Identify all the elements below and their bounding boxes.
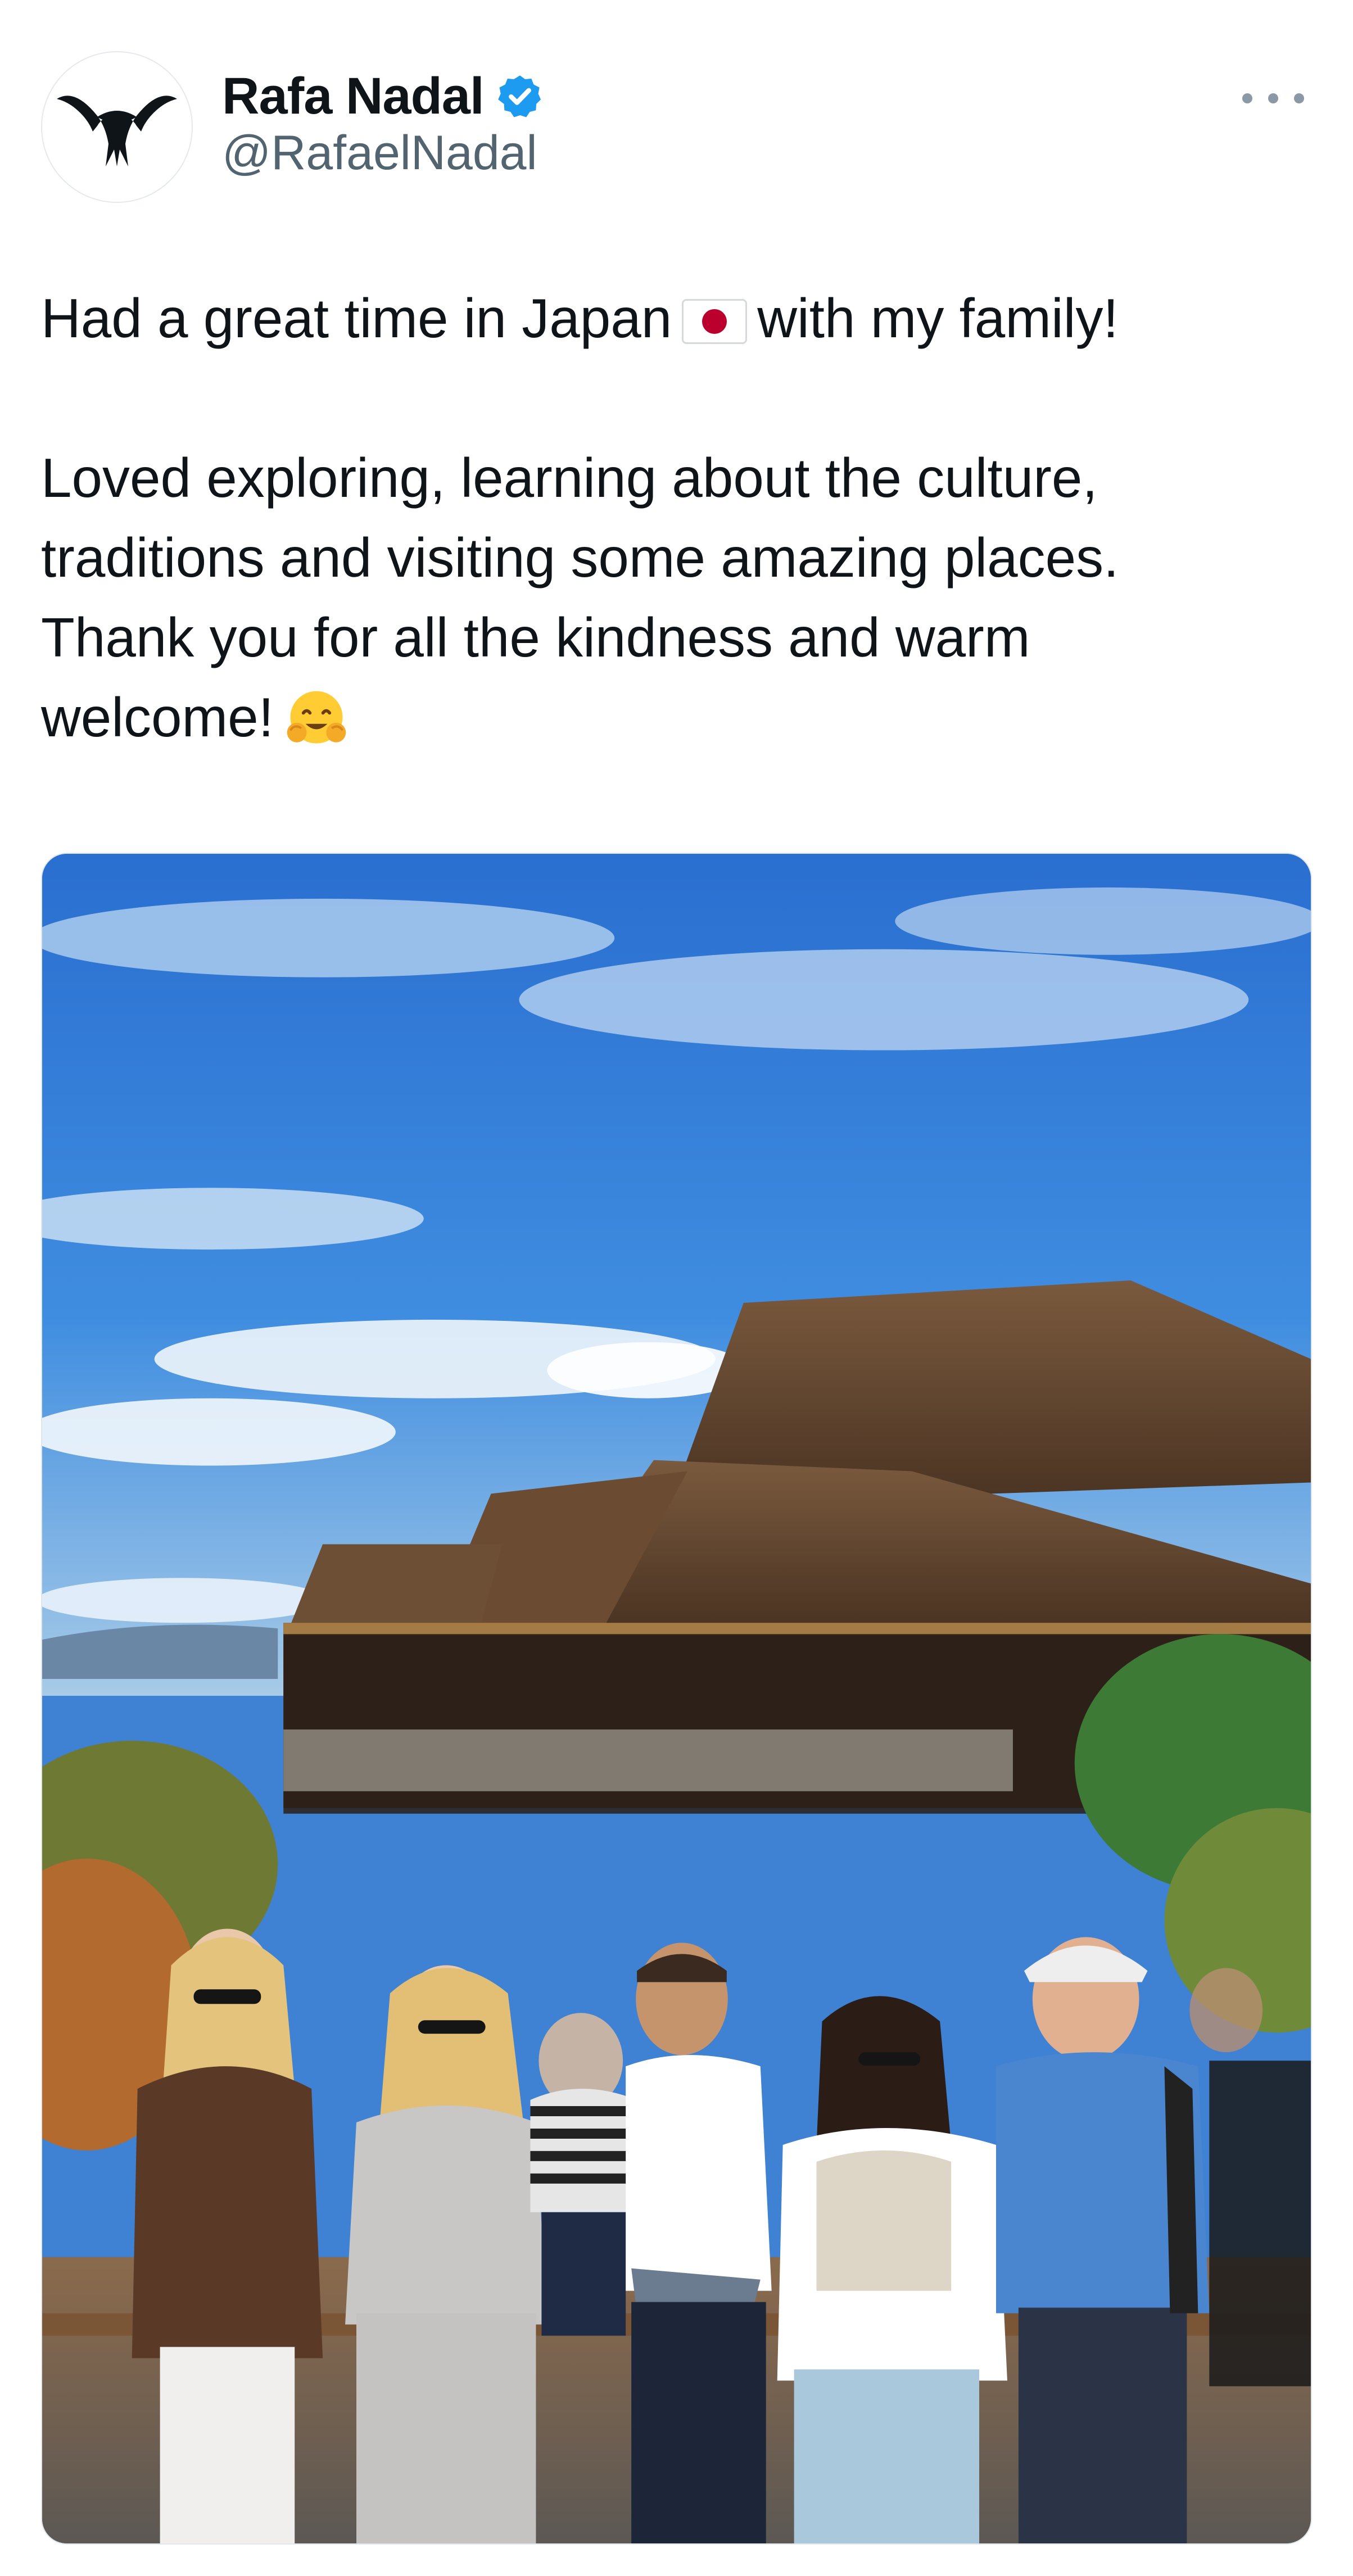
tweet-line-4: Thank you for all the kindness and warm [41, 606, 1030, 668]
tweet-line-1-start: Had a great time in Japan [41, 287, 672, 349]
tweet-text: Had a great time in Japan with my family!… [41, 278, 1311, 757]
author-handle[interactable]: @RafaelNadal [222, 126, 537, 180]
family-photo-image [42, 854, 1311, 2543]
tweet-card: Rafa Nadal @RafaelNadal Had a great time… [0, 0, 1353, 2576]
tweet-line-1: Had a great time in Japan with my family! [41, 278, 1311, 358]
author-avatar[interactable] [41, 51, 193, 203]
more-dot [1268, 93, 1278, 103]
tweet-line-5-text: welcome! [41, 686, 274, 748]
tweet-line-2: Loved exploring, learning about the cult… [41, 447, 1098, 509]
tweet-line-3: traditions and visiting some amazing pla… [41, 527, 1119, 588]
more-dot [1242, 93, 1252, 103]
tweet-line-1-end: with my family! [757, 287, 1119, 349]
bull-logo-icon [57, 96, 177, 166]
tweet-line-5: welcome! [41, 677, 1311, 757]
tweet-photo[interactable] [41, 853, 1312, 2545]
author-display-name[interactable]: Rafa Nadal [222, 70, 484, 122]
author-name-row: Rafa Nadal [222, 65, 544, 127]
more-options-icon[interactable] [1242, 84, 1304, 112]
japan-flag-icon [682, 299, 748, 344]
verified-badge-icon [497, 75, 541, 117]
more-dot [1294, 93, 1304, 103]
hugging-face-icon [287, 691, 346, 744]
